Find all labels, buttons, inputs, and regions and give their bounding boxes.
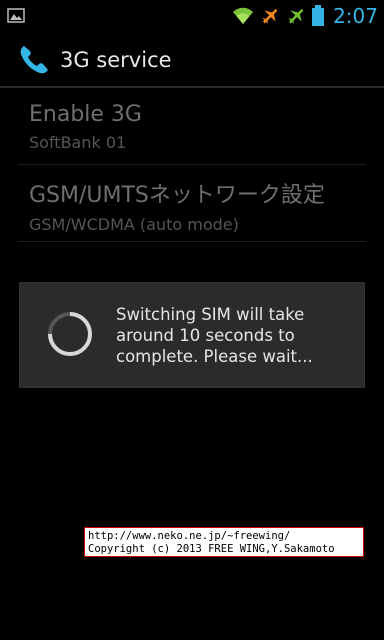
pref-enable-3g[interactable]: Enable 3G SoftBank 01 bbox=[29, 102, 369, 152]
divider bbox=[18, 241, 366, 242]
dialog-message: Switching SIM will take around 10 second… bbox=[116, 305, 313, 366]
action-bar: 3G service bbox=[0, 32, 384, 88]
page-title: 3G service bbox=[60, 48, 172, 72]
progress-spinner-icon bbox=[48, 312, 92, 356]
watermark-copyright: Copyright (c) 2013 FREE WING,Y.Sakamoto bbox=[88, 542, 335, 555]
watermark-url: http://www.neko.ne.jp/~freewing/ bbox=[88, 530, 291, 542]
airplane-green-icon bbox=[288, 8, 304, 24]
pref-summary: GSM/WCDMA (auto mode) bbox=[29, 215, 239, 234]
pref-title: Enable 3G bbox=[29, 102, 142, 127]
watermark: http://www.neko.ne.jp/~freewing/ Copyrig… bbox=[84, 527, 364, 557]
progress-dialog: Switching SIM will take around 10 second… bbox=[19, 282, 365, 388]
airplane-orange-icon bbox=[262, 8, 278, 24]
pref-title: GSM/UMTSネットワーク設定 bbox=[29, 183, 325, 208]
wifi-icon bbox=[233, 7, 254, 25]
image-notification-icon bbox=[7, 8, 25, 23]
phone-icon[interactable] bbox=[16, 42, 52, 78]
status-icons: 2:07 bbox=[231, 4, 378, 28]
clock: 2:07 bbox=[333, 4, 378, 28]
pref-summary: SoftBank 01 bbox=[29, 133, 127, 152]
status-bar: 2:07 bbox=[0, 0, 384, 32]
divider bbox=[18, 164, 366, 165]
screen: 2:07 3G service Enable 3G SoftBank 01 GS… bbox=[0, 0, 384, 640]
battery-icon bbox=[312, 5, 325, 26]
pref-network-settings[interactable]: GSM/UMTSネットワーク設定 GSM/WCDMA (auto mode) bbox=[29, 177, 369, 234]
